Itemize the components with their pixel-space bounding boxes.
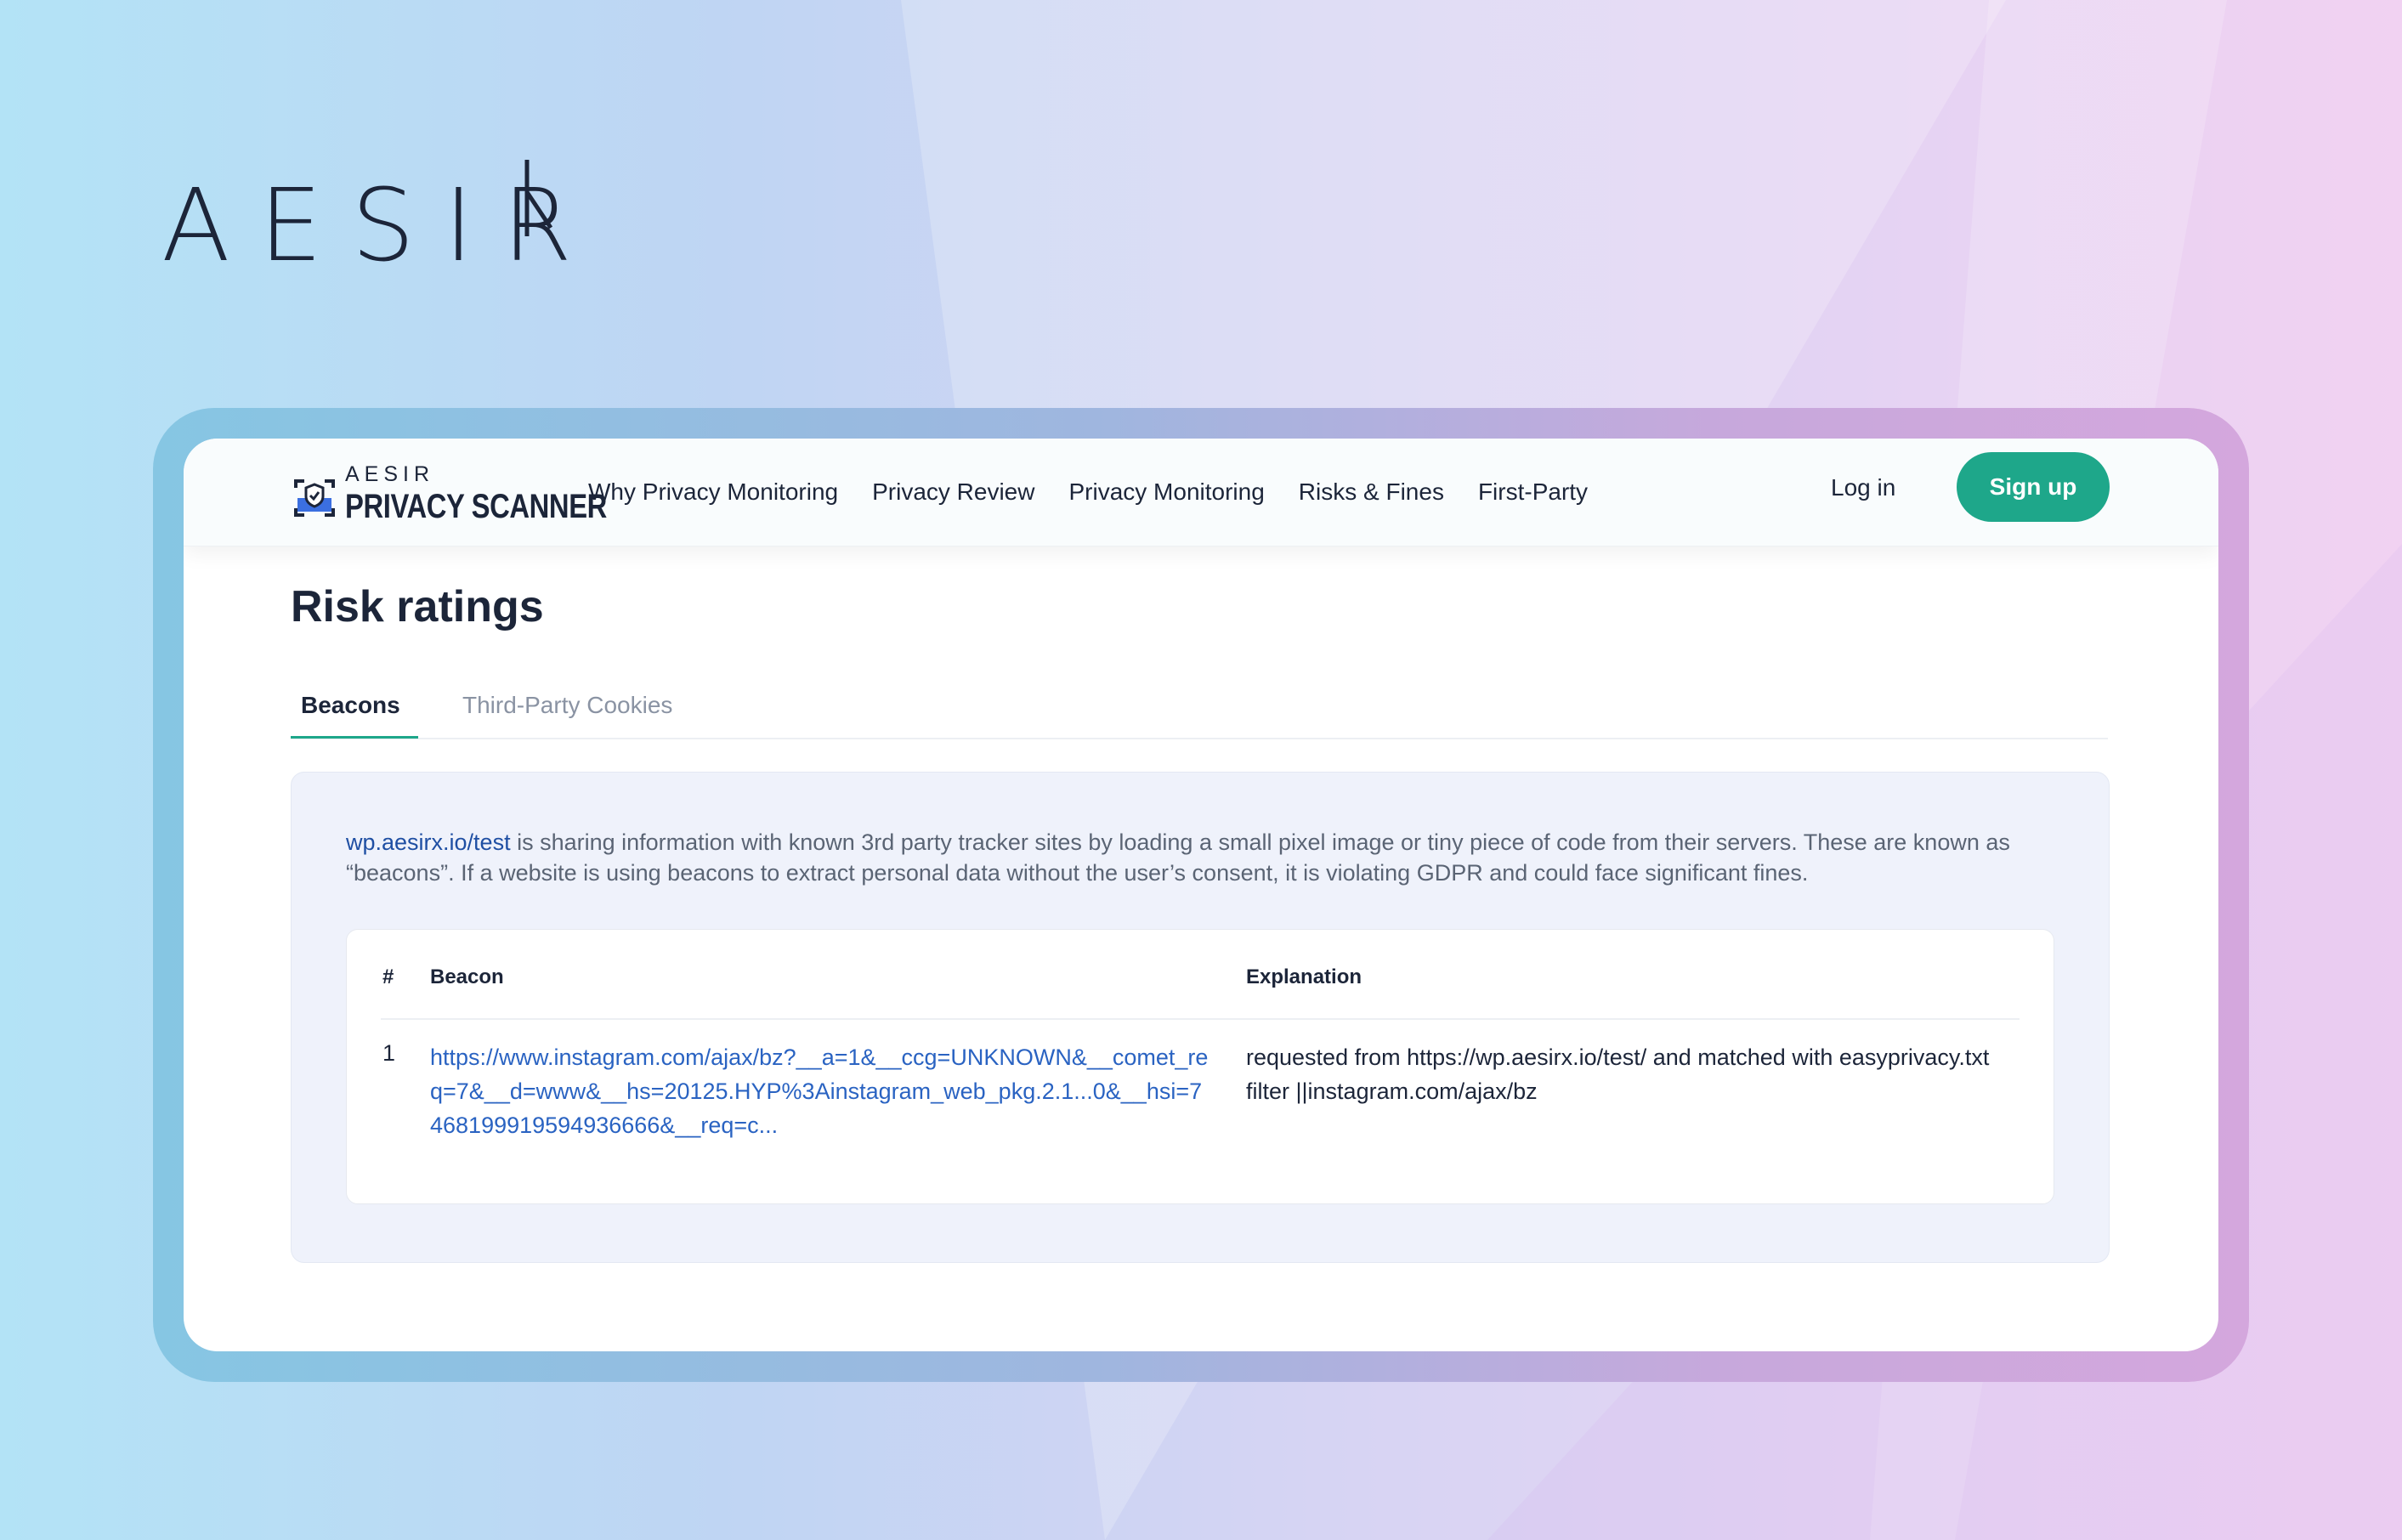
beacon-explanation: requested from https://wp.aesirx.io/test… [1246, 1045, 1990, 1104]
nav-link-privacy-monitoring[interactable]: Privacy Monitoring [1068, 478, 1264, 506]
nav-link-privacy-review[interactable]: Privacy Review [872, 478, 1034, 506]
beacons-description: wp.aesirx.io/test is sharing information… [346, 827, 2012, 888]
nav-link-risks-fines[interactable]: Risks & Fines [1299, 478, 1444, 506]
column-header-beacon: Beacon [430, 965, 504, 988]
logo-brand-text: AESIR [345, 462, 435, 486]
row-number: 1 [382, 1040, 396, 1066]
column-header-explanation: Explanation [1246, 965, 1362, 988]
logo-product-text: PRIVACY SCANNER [345, 488, 607, 525]
signup-button[interactable]: Sign up [1957, 452, 2110, 522]
column-header-number: # [382, 965, 394, 988]
nav-link-first-party[interactable]: First-Party [1478, 478, 1588, 506]
description-text: is sharing information with known 3rd pa… [346, 829, 2010, 886]
login-link[interactable]: Log in [1831, 474, 1895, 501]
beacons-table: # Beacon Explanation 1 https://www.insta… [346, 929, 2054, 1204]
table-divider [381, 1018, 2020, 1020]
nav-link-why-privacy-monitoring[interactable]: Why Privacy Monitoring [588, 478, 838, 506]
privacy-scanner-logo[interactable]: AESIR PRIVACY SCANNER [292, 457, 607, 534]
browser-app: AESIR PRIVACY SCANNER Why Privacy Monito… [184, 439, 2218, 1351]
active-tab-indicator [291, 736, 418, 739]
page-title: Risk ratings [291, 582, 544, 631]
nav-links: Why Privacy Monitoring Privacy Review Pr… [588, 439, 1588, 546]
site-link[interactable]: wp.aesirx.io/test [346, 829, 511, 855]
beacon-url-link[interactable]: https://www.instagram.com/ajax/bz?__a=1&… [430, 1040, 1212, 1142]
top-navigation: AESIR PRIVACY SCANNER Why Privacy Monito… [184, 439, 2218, 546]
tab-third-party-cookies[interactable]: Third-Party Cookies [462, 692, 672, 719]
aesirx-x-mark-icon [524, 160, 552, 236]
beacons-panel: wp.aesirx.io/test is sharing information… [291, 772, 2110, 1263]
scanner-shield-icon [294, 479, 335, 517]
tab-beacons[interactable]: Beacons [301, 692, 400, 719]
tab-bar: Beacons Third-Party Cookies [291, 683, 2108, 739]
